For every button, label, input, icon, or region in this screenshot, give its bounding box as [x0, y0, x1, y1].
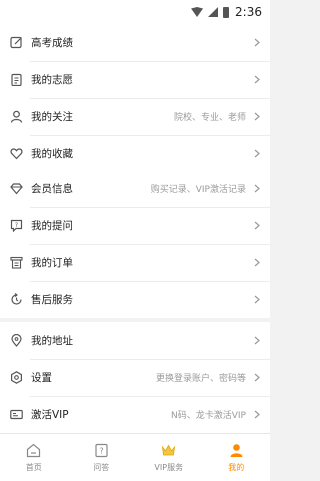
diamond-icon: [9, 182, 23, 196]
menu-item-hint: N码、龙卡激活VIP: [171, 411, 246, 421]
menu-item-exam-score[interactable]: 高考成绩: [0, 24, 270, 61]
tab-label: VIP服务: [154, 462, 184, 472]
menu-item-settings[interactable]: 设置 更换登录账户、密码等: [0, 359, 270, 396]
chevron-right-icon: [250, 75, 264, 84]
tab-label: 首页: [25, 462, 42, 472]
question-box-icon: ?: [94, 443, 109, 459]
vip-card-icon: [9, 408, 23, 422]
question-bubble-icon: ?: [9, 219, 23, 233]
heart-icon: [9, 147, 23, 161]
menu-item-my-follows[interactable]: 我的关注 院校、专业、老师: [0, 98, 270, 135]
score-edit-icon: [9, 36, 23, 50]
battery-icon: [223, 6, 230, 18]
tab-label: 我的: [228, 462, 245, 472]
chevron-right-icon: [250, 410, 264, 419]
crown-icon: [161, 443, 176, 459]
menu-item-label: 售后服务: [31, 294, 73, 306]
menu-item-my-questions[interactable]: ? 我的提问: [0, 207, 270, 244]
chevron-right-icon: [250, 184, 264, 193]
menu-group-profile: 高考成绩 我的志愿 我的关注 院校、专业、老师 我的收藏: [0, 24, 270, 172]
menu-item-after-sales[interactable]: 售后服务: [0, 281, 270, 318]
user-filled-icon: [229, 443, 244, 459]
menu-item-my-orders[interactable]: 我的订单: [0, 244, 270, 281]
menu-item-hint: 购买记录、VIP激活记录: [150, 185, 246, 195]
menu-item-label: 我的关注: [31, 111, 73, 123]
gear-icon: [9, 371, 23, 385]
location-pin-icon: [9, 334, 23, 348]
menu-item-hint: 更换登录账户、密码等: [155, 374, 246, 384]
menu-item-label: 设置: [31, 372, 52, 384]
chevron-right-icon: [250, 258, 264, 267]
refresh-service-icon: [9, 293, 23, 307]
clipboard-icon: [9, 73, 23, 87]
receipt-icon: [9, 256, 23, 270]
tab-mine[interactable]: 我的: [203, 434, 271, 481]
menu-item-hint: 院校、专业、老师: [173, 113, 246, 123]
menu-item-my-favorites[interactable]: 我的收藏: [0, 135, 270, 172]
menu-item-label: 高考成绩: [31, 37, 73, 49]
menu-item-my-address[interactable]: 我的地址: [0, 322, 270, 359]
wifi-icon: [191, 7, 204, 17]
menu-item-label: 我的志愿: [31, 74, 73, 86]
menu-group-services: 会员信息 购买记录、VIP激活记录 ? 我的提问 我的订单 售后服务: [0, 170, 270, 318]
menu-item-activate-vip[interactable]: 激活VIP N码、龙卡激活VIP: [0, 396, 270, 433]
tab-qa[interactable]: ? 问答: [68, 434, 136, 481]
menu-item-label: 我的订单: [31, 257, 73, 269]
chevron-right-icon: [250, 373, 264, 382]
bottom-tab-bar: 首页 ? 问答 VIP服务 我的: [0, 433, 270, 481]
menu-item-label: 会员信息: [31, 183, 73, 195]
menu-item-label: 激活VIP: [31, 409, 69, 421]
status-bar: 2:36: [0, 0, 270, 24]
chevron-right-icon: [250, 112, 264, 121]
user-icon: [9, 110, 23, 124]
menu-item-label: 我的收藏: [31, 148, 73, 160]
chevron-right-icon: [250, 336, 264, 345]
menu-item-membership[interactable]: 会员信息 购买记录、VIP激活记录: [0, 170, 270, 207]
menu-item-label: 我的提问: [31, 220, 73, 232]
chevron-right-icon: [250, 38, 264, 47]
chevron-right-icon: [250, 149, 264, 158]
chevron-right-icon: [250, 221, 264, 230]
menu-group-settings: 我的地址 设置 更换登录账户、密码等 激活VIP N码、龙卡激活VIP: [0, 322, 270, 433]
menu-item-label: 我的地址: [31, 335, 73, 347]
home-icon: [26, 443, 41, 459]
tab-home[interactable]: 首页: [0, 434, 68, 481]
signal-icon: [208, 7, 219, 17]
tab-label: 问答: [93, 462, 110, 472]
svg-text:?: ?: [14, 222, 17, 229]
menu-item-my-wishes[interactable]: 我的志愿: [0, 61, 270, 98]
svg-text:?: ?: [99, 447, 103, 456]
tab-vip-service[interactable]: VIP服务: [135, 434, 203, 481]
status-time: 2:36: [235, 5, 262, 19]
chevron-right-icon: [250, 295, 264, 304]
